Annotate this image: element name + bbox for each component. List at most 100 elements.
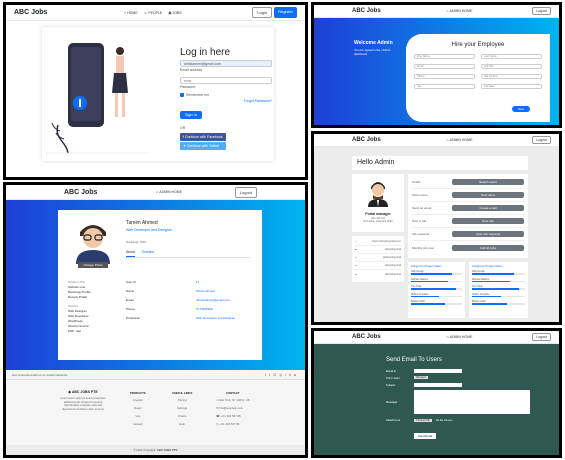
status-bar-row: Website Markup bbox=[472, 278, 525, 283]
login-form: Log in here amilaamiml@gmail.com Email a… bbox=[180, 47, 272, 150]
facebook-button[interactable]: f Continue with Facebook bbox=[180, 133, 226, 141]
nav-jobs[interactable]: ▣ JOBS bbox=[168, 11, 181, 15]
register-button[interactable]: Register bbox=[274, 7, 297, 18]
nav-auth: Login Register bbox=[252, 7, 297, 18]
status-card-left: Assignment Project Status Web Design Webs… bbox=[408, 262, 465, 318]
login-button[interactable]: Login bbox=[252, 7, 273, 18]
status-bar-fill bbox=[472, 280, 511, 283]
useful-link[interactable]: Orders bbox=[172, 412, 192, 420]
logout-button[interactable]: Logout bbox=[532, 333, 551, 341]
brand-logo[interactable]: ABC Jobs bbox=[352, 137, 381, 143]
message-row: Message bbox=[386, 388, 536, 416]
profile-name: Tamim Ahmed bbox=[126, 220, 158, 226]
logout-button[interactable]: Logout bbox=[532, 7, 551, 15]
brand-logo[interactable]: ABC Jobs bbox=[352, 334, 381, 340]
hire-phone[interactable]: Phone bbox=[414, 74, 475, 79]
github-icon[interactable]: ● bbox=[294, 373, 299, 377]
status-bar-row: One Page bbox=[411, 285, 462, 290]
status-bar-track bbox=[472, 288, 525, 290]
social-row: ● https://abcjobsportal.com bbox=[355, 238, 401, 246]
remember-checkbox[interactable] bbox=[180, 93, 184, 97]
useful-link[interactable]: Settings bbox=[172, 404, 192, 412]
hire-job-title[interactable]: Job Title bbox=[481, 64, 542, 69]
remember-row: Remember me bbox=[180, 93, 272, 97]
call-all-jobs-button[interactable]: Call all Jobs bbox=[452, 244, 524, 251]
action-row: Monthly job post Call all Jobs bbox=[412, 241, 524, 254]
profile-rankings: Rankings: 8/10 bbox=[126, 240, 147, 244]
nav-admin-home[interactable]: ⌂ ADMIN HOME bbox=[447, 138, 473, 142]
forgot-password-link[interactable]: Forgot Password? bbox=[180, 99, 272, 103]
or-divider: OR bbox=[180, 126, 186, 130]
tab-about[interactable]: About bbox=[126, 250, 136, 257]
search-users-button[interactable]: Search users bbox=[452, 179, 524, 185]
change-photo-button[interactable]: Change Photo bbox=[78, 262, 108, 268]
brand-logo[interactable]: ABC Jobs bbox=[352, 8, 381, 14]
contact-email: ✉ info@example.com bbox=[216, 406, 244, 410]
logout-button[interactable]: Logout bbox=[532, 136, 551, 144]
action-label: Profile bbox=[412, 180, 421, 184]
nav-admin-home[interactable]: ⌂ ADMIN HOME bbox=[156, 190, 182, 194]
signin-button[interactable]: Sign In bbox=[180, 111, 202, 119]
all-users-button[interactable]: All users bbox=[414, 376, 428, 379]
status-bars: Web Design Website Markup One Page Mobile T… bbox=[411, 270, 462, 305]
attachment-row: Attachment Choose File No file chosen bbox=[386, 418, 453, 422]
post-job-button[interactable]: Post Job bbox=[452, 218, 524, 224]
nav-admin-home[interactable]: ⌂ ADMIN HOME bbox=[447, 9, 473, 13]
view-job-requests-button[interactable]: View Job requests bbox=[452, 231, 524, 237]
hire-job-rate[interactable]: Job Rate bbox=[481, 84, 542, 89]
skill-item: PHP, .Net bbox=[68, 329, 81, 333]
nav-people[interactable]: ☺ PEOPLE bbox=[144, 11, 163, 15]
subject-input[interactable] bbox=[414, 382, 462, 387]
email-field[interactable]: amilaamiml@gmail.com bbox=[180, 60, 272, 67]
copyright-brand[interactable]: ABC JOBS PTE bbox=[157, 448, 178, 452]
work-link[interactable]: Bootply Profile bbox=[68, 295, 91, 300]
hire-email[interactable]: Email bbox=[414, 64, 475, 69]
send-email-button[interactable]: Send Email bbox=[414, 433, 437, 439]
linkedin-icon[interactable]: in bbox=[285, 373, 294, 377]
nav-admin-home[interactable]: ⌂ ADMIN HOME bbox=[447, 335, 473, 339]
nav-home[interactable]: ⌂ HOME bbox=[124, 11, 138, 15]
twitter-button[interactable]: ✦ Continue with Twitter bbox=[180, 142, 226, 150]
footer: ◆ ABC JOBS PTE Lorem ipsum dolor sit ame… bbox=[6, 380, 305, 455]
hire-first-name[interactable]: First Name bbox=[414, 54, 475, 59]
password-label: Password bbox=[180, 85, 196, 89]
next-button[interactable]: Next bbox=[511, 106, 530, 112]
remember-label: Remember me bbox=[186, 93, 210, 97]
status-bar-track bbox=[411, 295, 462, 298]
useful-link[interactable]: Pricing bbox=[172, 396, 192, 404]
hire-city[interactable]: City bbox=[414, 84, 475, 89]
status-bar-fill bbox=[411, 273, 452, 275]
status-bar-fill bbox=[472, 295, 502, 298]
home-icon: ⌂ bbox=[156, 190, 159, 194]
useful-link[interactable]: Help bbox=[172, 420, 192, 428]
hire-last-name[interactable]: Last Name bbox=[481, 54, 542, 59]
product-link[interactable]: Angular bbox=[130, 396, 146, 404]
briefcase-icon: ▣ bbox=[168, 10, 172, 15]
hire-fields: First Name Last Name Email Job Title Pho… bbox=[406, 48, 550, 89]
create-email-button[interactable]: Create email bbox=[452, 205, 524, 211]
logout-button[interactable]: Logout bbox=[234, 186, 257, 198]
choose-file-button[interactable]: Choose File bbox=[414, 418, 432, 422]
email-to-input[interactable] bbox=[414, 368, 462, 373]
copyright-bar: © 2021 Copyright: ABC JOBS PTE bbox=[6, 445, 305, 455]
product-link[interactable]: React bbox=[130, 404, 146, 412]
navbar: ABC Jobs ⌂ ADMIN HOME Logout bbox=[6, 185, 305, 200]
profile-card: Change Photo Tamim Ahmed Web Developer a… bbox=[58, 210, 262, 360]
brand-logo[interactable]: ABC Jobs bbox=[64, 189, 97, 196]
message-textarea[interactable] bbox=[414, 390, 530, 414]
action-label: Send an email bbox=[412, 206, 432, 210]
password-field[interactable]: •••••• bbox=[180, 77, 272, 84]
product-link[interactable]: Laravel bbox=[130, 420, 146, 428]
product-link[interactable]: Vue bbox=[130, 412, 146, 420]
tab-timeline[interactable]: Timeline bbox=[141, 250, 154, 257]
footer-company: ◆ ABC JOBS PTE Lorem ipsum dolor sit ame… bbox=[58, 390, 108, 411]
status-bar-row: Mobile Template bbox=[411, 293, 462, 298]
brand-logo[interactable]: ABC Jobs bbox=[14, 9, 47, 16]
social-bar: Get connected with us on social networks… bbox=[6, 370, 305, 380]
view-users-button[interactable]: View users bbox=[452, 192, 524, 198]
status-bar-fill bbox=[411, 280, 448, 283]
work-links: WORK LINK Website Link Bootsnipp Profile… bbox=[68, 280, 91, 334]
instagram-icon: ● bbox=[355, 264, 357, 267]
hire-job-location[interactable]: Job location bbox=[481, 74, 542, 79]
subject-row: Subject bbox=[386, 381, 536, 388]
